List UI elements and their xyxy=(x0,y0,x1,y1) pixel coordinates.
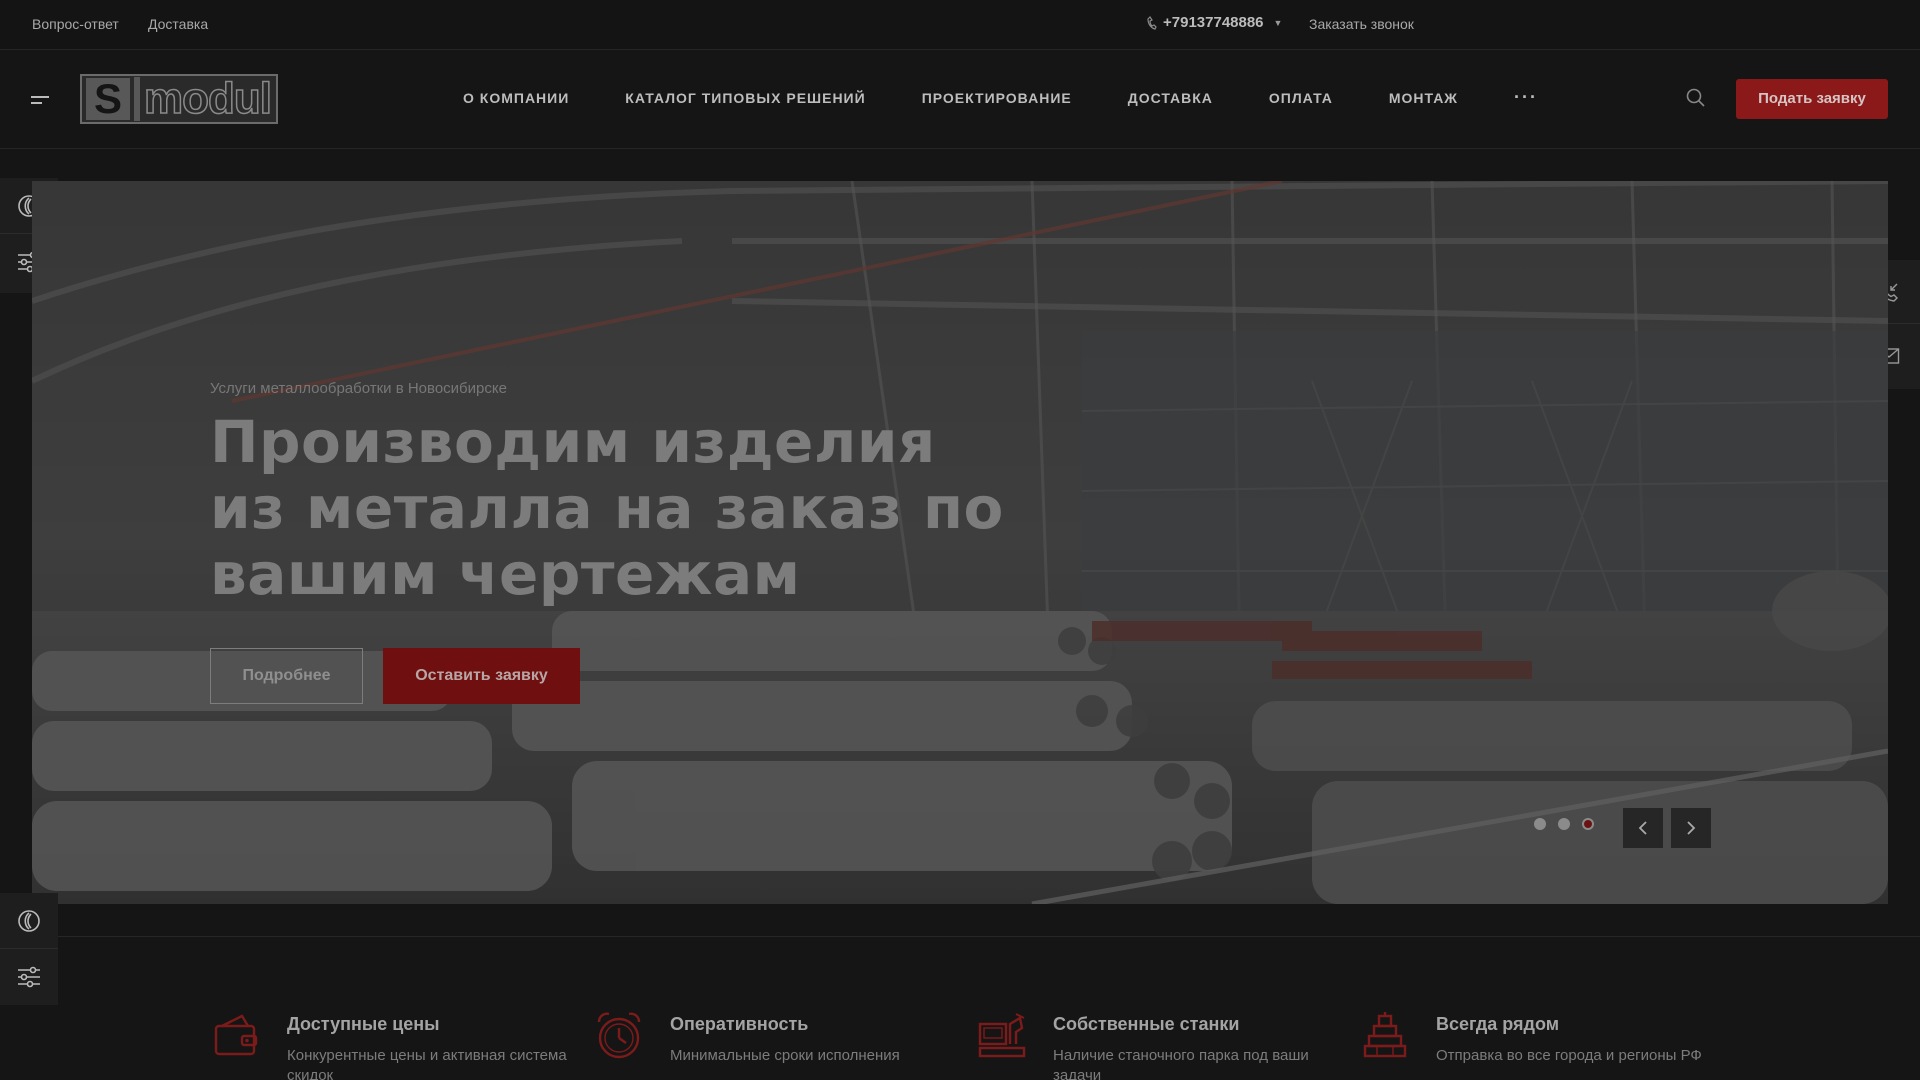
nav-installation[interactable]: МОНТАЖ xyxy=(1389,90,1458,106)
nav-design[interactable]: ПРОЕКТИРОВАНИЕ xyxy=(922,90,1072,106)
feature-title: Всегда рядом xyxy=(1436,1014,1560,1034)
apply-button[interactable]: Подать заявку xyxy=(1736,79,1888,119)
sliders-icon xyxy=(18,966,40,988)
section-divider xyxy=(58,936,1920,937)
slider-prev-button[interactable] xyxy=(1623,808,1663,848)
delivery-link[interactable]: Доставка xyxy=(148,16,208,32)
theme-toggle[interactable] xyxy=(0,893,58,949)
slider-dot[interactable] xyxy=(1534,818,1546,830)
settings-toggle[interactable] xyxy=(0,949,58,1005)
main-header: S modul О КОМПАНИИ КАТАЛОГ ТИПОВЫХ РЕШЕН… xyxy=(0,50,1920,149)
slider-dots xyxy=(1534,818,1594,830)
more-button[interactable]: Подробнее xyxy=(210,648,363,704)
feature-desc: Минимальные сроки исполнения xyxy=(670,1047,900,1064)
top-bar: Вопрос-ответ Доставка +79137748886 ▼ Зак… xyxy=(0,0,1920,50)
feature-desc: Конкурентные цены и активная система ски… xyxy=(287,1047,567,1080)
hero-subtitle: Услуги металлообработки в Новосибирске xyxy=(210,380,507,397)
feature-title: Оперативность xyxy=(670,1014,809,1034)
slider-dot[interactable] xyxy=(1558,818,1570,830)
hero-title: Производим изделия из металла на заказ п… xyxy=(210,408,1004,608)
feature-title: Доступные цены xyxy=(287,1014,440,1034)
chevron-right-icon xyxy=(1687,821,1696,835)
wallet-icon xyxy=(214,1014,258,1056)
logo-divider xyxy=(134,77,140,121)
logo-letter: S xyxy=(86,78,130,120)
main-nav: О КОМПАНИИ КАТАЛОГ ТИПОВЫХ РЕШЕНИЙ ПРОЕК… xyxy=(463,88,1538,106)
search-icon[interactable] xyxy=(1686,88,1706,108)
slider-next-button[interactable] xyxy=(1671,808,1711,848)
hero-slider: Услуги металлообработки в Новосибирске П… xyxy=(32,181,1888,904)
chevron-down-icon: ▼ xyxy=(1273,17,1283,28)
faq-link[interactable]: Вопрос-ответ xyxy=(32,16,119,32)
feature-title: Собственные станки xyxy=(1053,1014,1240,1034)
site-logo[interactable]: S modul xyxy=(80,74,278,124)
nav-payment[interactable]: ОПЛАТА xyxy=(1269,90,1333,106)
callback-link[interactable]: Заказать звонок xyxy=(1309,16,1414,32)
phone-number: +79137748886 xyxy=(1163,14,1264,31)
alarm-clock-icon xyxy=(597,1012,641,1059)
feature-desc: Отправка во все города и регионы РФ xyxy=(1436,1047,1702,1064)
contrast-icon xyxy=(18,909,40,932)
phone-icon xyxy=(1147,15,1157,30)
nav-delivery[interactable]: ДОСТАВКА xyxy=(1128,90,1213,106)
nav-about[interactable]: О КОМПАНИИ xyxy=(463,90,569,106)
nav-more-button[interactable]: ··· xyxy=(1514,88,1538,106)
side-tools-bottom xyxy=(0,893,58,1005)
chevron-left-icon xyxy=(1638,821,1647,835)
slider-dot-active[interactable] xyxy=(1582,818,1594,830)
feature-desc: Наличие станочного парка под ваши задачи xyxy=(1053,1047,1309,1080)
cargo-boxes-icon xyxy=(1363,1012,1407,1058)
nav-catalog[interactable]: КАТАЛОГ ТИПОВЫХ РЕШЕНИЙ xyxy=(625,90,865,106)
order-button[interactable]: Оставить заявку xyxy=(383,648,580,704)
logo-word: modul xyxy=(143,74,272,123)
phone-dropdown[interactable]: +79137748886 ▼ xyxy=(1147,14,1282,31)
menu-icon[interactable] xyxy=(31,96,49,108)
machine-tool-icon xyxy=(978,1013,1026,1058)
